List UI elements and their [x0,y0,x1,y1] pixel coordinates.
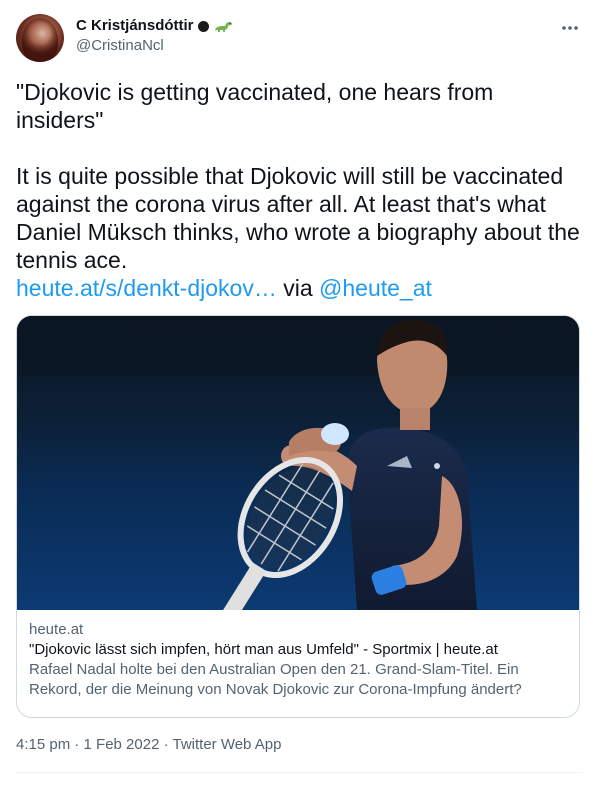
tweet-timestamp[interactable]: 4:15 pm · 1 Feb 2022 · Twitter Web App [16,735,281,755]
black-circle-icon [197,20,209,32]
more-options-icon[interactable] [560,18,580,38]
card-photo [17,316,579,622]
tweet-mention[interactable]: @heute_at [319,275,432,301]
dinosaur-icon [214,22,232,32]
author-display-name-row[interactable]: C Kristjánsdóttir [76,16,233,36]
tweet-via: via [276,275,320,301]
card-description: Rafael Nadal holte bei den Australian Op… [29,661,522,698]
more-options-dots [562,26,578,30]
divider [16,772,583,773]
tweet-link-line: heute.at/s/denkt-djokov… via @heute_at [16,274,582,302]
tweet-quote: "Djokovic is getting vaccinated, one hea… [16,79,500,133]
author-display-name[interactable]: C Kristjánsdóttir [76,16,194,36]
card-body[interactable]: heute.at "Djokovic lässt sich impfen, hö… [29,620,569,700]
tweet-spacer [16,134,582,162]
tweet-header: C Kristjánsdóttir @CristinaNcl [16,12,586,62]
card-title: "Djokovic lässt sich impfen, hört man au… [29,641,498,658]
tweet-body: It is quite possible that Djokovic will … [16,163,587,273]
avatar-image [22,18,58,62]
card-domain: heute.at [29,621,84,638]
tweet-text: "Djokovic is getting vaccinated, one hea… [16,78,582,302]
author-names: C Kristjánsdóttir @CristinaNcl [76,16,233,56]
card-image[interactable] [17,316,579,622]
tweet: C Kristjánsdóttir @CristinaNcl "Djokovic… [0,0,599,788]
tweet-link[interactable]: heute.at/s/denkt-djokov… [16,275,277,301]
link-card[interactable]: heute.at "Djokovic lässt sich impfen, hö… [16,315,580,718]
avatar[interactable] [16,14,64,62]
author-handle[interactable]: @CristinaNcl [76,36,233,56]
